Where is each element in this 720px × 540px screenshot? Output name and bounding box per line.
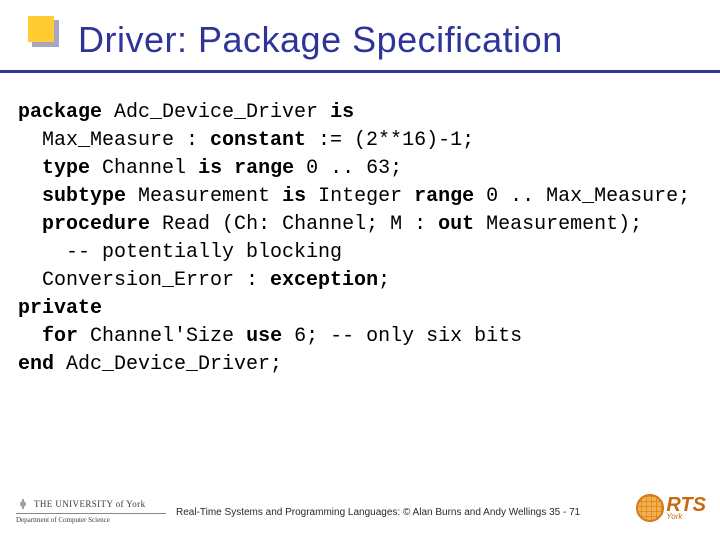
- kw-constant: constant: [210, 129, 306, 152]
- code-indent: [18, 157, 42, 180]
- kw-private: private: [18, 297, 102, 320]
- kw-out: out: [438, 213, 474, 236]
- code-text: Read (Ch: Channel; M :: [150, 213, 438, 236]
- kw-subtype: subtype: [42, 185, 126, 208]
- university-name: THE UNIVERSITY of York: [16, 497, 166, 514]
- rts-text-block: RTS York: [666, 496, 706, 521]
- kw-is: is: [282, 185, 306, 208]
- footer: THE UNIVERSITY of York Department of Com…: [0, 488, 720, 528]
- university-text: THE UNIVERSITY of York: [34, 499, 145, 509]
- kw-is-range: is range: [198, 157, 294, 180]
- kw-procedure: procedure: [42, 213, 150, 236]
- code-text: Max_Measure :: [18, 129, 210, 152]
- code-text: 0 .. 63;: [294, 157, 402, 180]
- kw-range: range: [414, 185, 474, 208]
- kw-end: end: [18, 353, 54, 376]
- code-text: Adc_Device_Driver;: [54, 353, 282, 376]
- code-indent: [18, 325, 42, 348]
- slide-caption: Real-Time Systems and Programming Langua…: [176, 507, 580, 518]
- title-bar: Driver: Package Specification: [0, 0, 720, 64]
- kw-exception: exception: [270, 269, 378, 292]
- code-comment: -- potentially blocking: [18, 241, 342, 264]
- code-block: package Adc_Device_Driver is Max_Measure…: [0, 73, 720, 379]
- code-text: Measurement);: [474, 213, 642, 236]
- code-text: ;: [378, 269, 390, 292]
- title-bullet: [28, 16, 54, 42]
- code-indent: [18, 185, 42, 208]
- kw-for: for: [42, 325, 78, 348]
- code-text: Conversion_Error :: [18, 269, 270, 292]
- slide-title: Driver: Package Specification: [78, 22, 720, 58]
- code-text: Measurement: [126, 185, 282, 208]
- code-text: Adc_Device_Driver: [102, 101, 330, 124]
- kw-is: is: [330, 101, 354, 124]
- kw-use: use: [246, 325, 282, 348]
- university-logo: THE UNIVERSITY of York Department of Com…: [16, 497, 166, 524]
- code-text: Channel'Size: [78, 325, 246, 348]
- kw-type: type: [42, 157, 90, 180]
- kw-package: package: [18, 101, 102, 124]
- department-name: Department of Computer Science: [16, 514, 166, 524]
- code-text: := (2**16)-1;: [306, 129, 474, 152]
- code-text: 6; -- only six bits: [282, 325, 522, 348]
- globe-icon: [636, 494, 664, 522]
- rts-logo: RTS York: [636, 494, 706, 522]
- code-text: Channel: [90, 157, 198, 180]
- title-bullet-shadow: [32, 42, 59, 47]
- code-indent: [18, 213, 42, 236]
- code-text: Integer: [306, 185, 414, 208]
- code-text: 0 .. Max_Measure;: [474, 185, 690, 208]
- rts-label: RTS: [666, 496, 706, 514]
- crest-icon: [16, 497, 30, 511]
